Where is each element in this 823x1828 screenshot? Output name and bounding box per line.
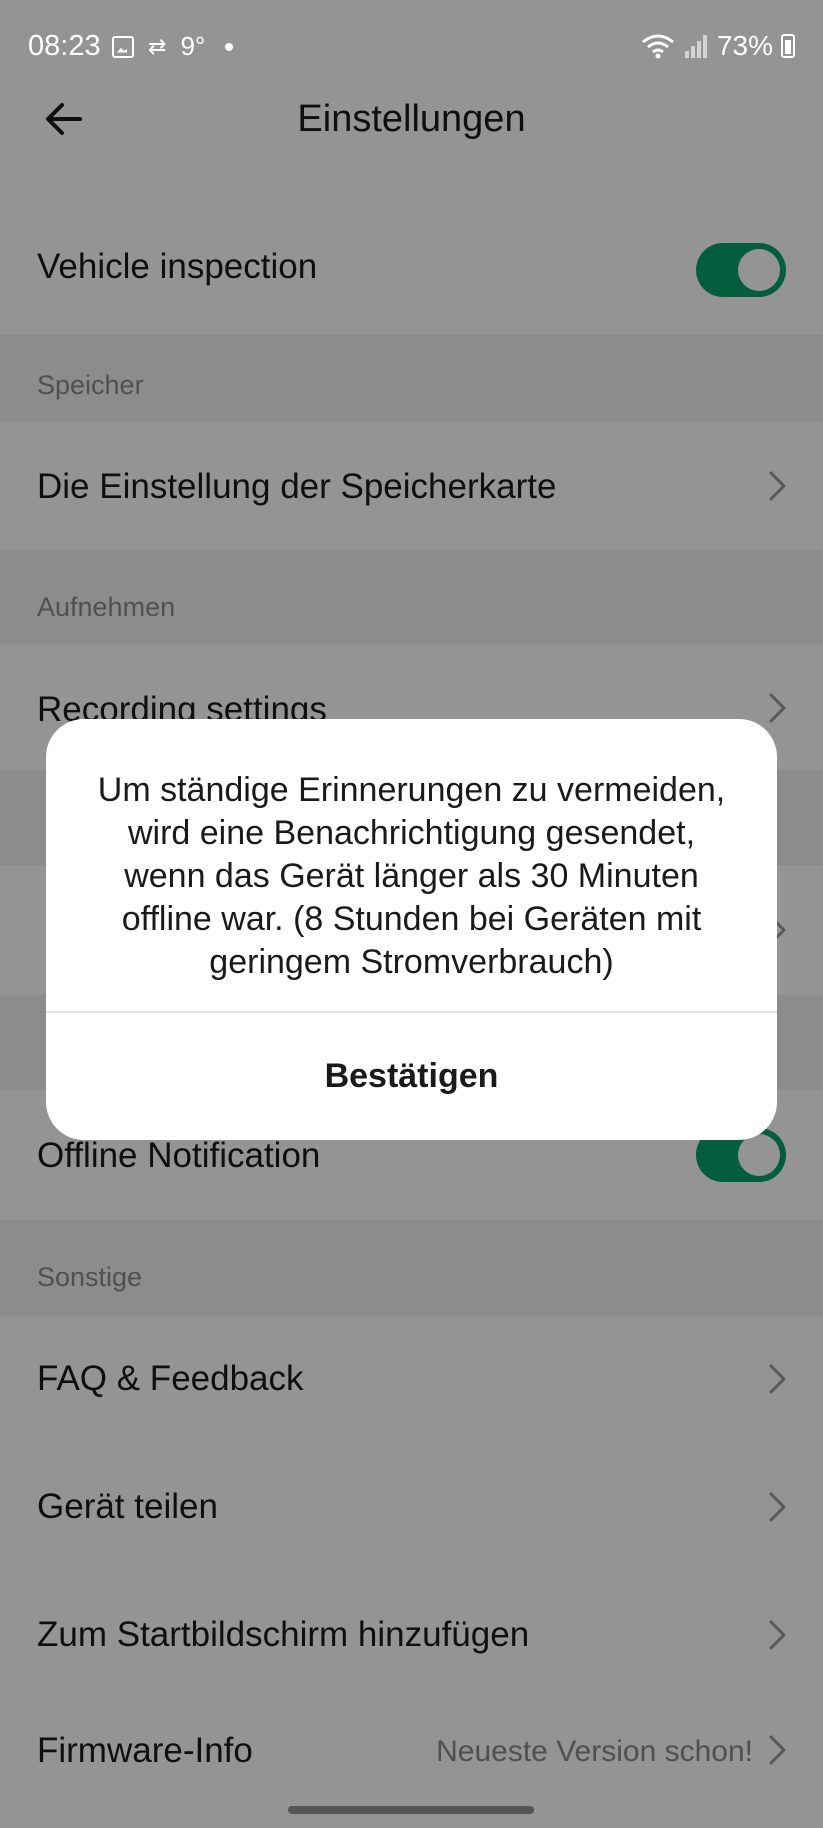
status-time: 08:23 [28,30,101,62]
data-transfer-icon: ⇄ [148,33,167,59]
status-bar: 08:23 ⇄ 9° 73% [0,0,823,95]
notification-dot-icon [225,42,234,51]
status-right-icons: 73% [641,30,795,62]
offline-info-dialog: Um ständige Erinnerungen zu vermeiden, w… [46,719,777,1140]
gallery-icon [112,35,134,58]
confirm-button[interactable]: Bestätigen [46,1013,777,1140]
status-left-icons: ⇄ 9° [112,31,234,62]
wifi-icon [642,34,674,59]
battery-icon [781,34,795,58]
battery-percentage: 73% [716,30,773,61]
dialog-message: Um ständige Erinnerungen zu vermeiden, w… [97,771,726,981]
home-indicator[interactable] [288,1806,534,1814]
signal-icon [684,35,707,58]
status-temperature: 9° [180,31,206,61]
